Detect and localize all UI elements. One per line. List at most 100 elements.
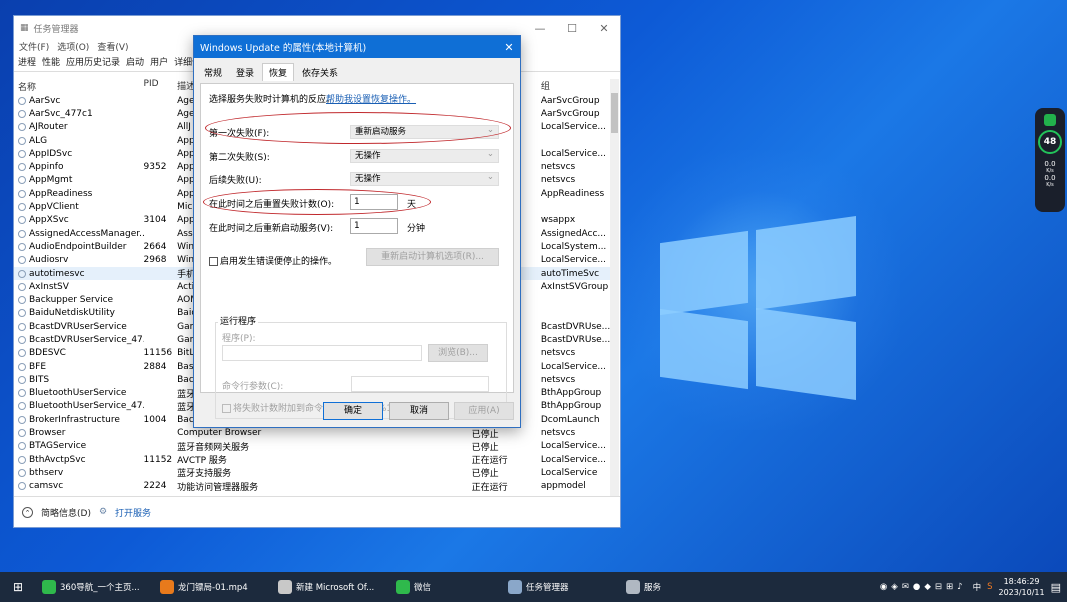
tab-logon[interactable]: 登录 <box>230 64 260 81</box>
taskbar-app[interactable]: 龙门镖局-01.mp4 <box>154 572 272 602</box>
table-row[interactable]: Browser Computer Browser 已停止 netsvcs <box>14 426 610 440</box>
annotation-circle <box>203 189 431 215</box>
ok-button[interactable]: 确定 <box>323 402 383 420</box>
taskbar-app[interactable]: 新建 Microsoft Of... <box>272 572 390 602</box>
menu-options[interactable]: 选项(O) <box>57 40 89 55</box>
service-desc: Computer Browser <box>177 428 262 439</box>
service-group: LocalServicе... <box>540 255 606 266</box>
service-status: 正在运行 <box>471 456 508 467</box>
notification-icon[interactable]: ▤ <box>1051 581 1061 594</box>
tray-icons[interactable]: ◉◈✉●◆⊟⊞♪ <box>880 582 967 592</box>
taskbar-app[interactable]: 任务管理器 <box>502 572 620 602</box>
service-gear-icon <box>18 296 26 305</box>
restart-computer-options-button[interactable]: 重新启动计算机选项(R)... <box>366 248 499 266</box>
service-pid: 3104 <box>143 215 167 226</box>
tab-dependencies[interactable]: 依存关系 <box>296 64 344 81</box>
service-gear-icon <box>18 402 26 411</box>
tab-app-history[interactable]: 应用历史记录 <box>66 55 120 71</box>
table-row[interactable]: BthAvctpSvc 11152 AVCTP 服务 正在运行 LocalServicе… <box>14 453 610 466</box>
maximize-button[interactable]: ☐ <box>556 22 588 35</box>
close-button[interactable]: ✕ <box>588 22 620 35</box>
tab-users[interactable]: 用户 <box>150 55 168 71</box>
app-icon <box>160 580 174 594</box>
service-name: BcastDVRUserService <box>29 321 127 332</box>
tab-processes[interactable]: 进程 <box>18 55 36 71</box>
start-button[interactable]: ⊞ <box>0 572 36 602</box>
table-row[interactable]: BTAGService 蓝牙音频网关服务 已停止 LocalServicе... <box>14 440 610 453</box>
sogou-icon[interactable]: S <box>987 582 992 592</box>
service-group: LocalServicе... <box>540 361 606 372</box>
open-services-link[interactable]: 打开服务 <box>115 506 151 519</box>
dialog-close-icon[interactable]: ✕ <box>498 41 520 54</box>
clock[interactable]: 18:46:29 2023/10/11 <box>998 576 1044 598</box>
service-gear-icon <box>18 375 26 384</box>
service-name: BthAvctpSvc <box>29 454 86 465</box>
service-group: LocalSystem... <box>540 241 607 252</box>
service-name: camsvc <box>29 481 64 492</box>
enable-actions-label: 启用发生错误便停止的操作。 <box>220 257 338 267</box>
service-name: AarSvc <box>29 95 61 106</box>
service-group: LocalServicе... <box>540 122 606 133</box>
chevron-up-icon[interactable]: ⌃ <box>22 506 33 518</box>
service-group: BcastDVRUse... <box>540 334 610 345</box>
service-gear-icon <box>18 282 26 291</box>
service-pid: 1004 <box>143 414 167 425</box>
service-gear-icon <box>18 256 26 265</box>
program-input[interactable] <box>222 345 422 361</box>
service-gear-icon <box>18 203 26 212</box>
service-group: netsvcs <box>540 428 576 439</box>
taskbar-app[interactable]: 微信 <box>390 572 502 602</box>
enable-actions-checkbox[interactable]: 启用发生错误便停止的操作。 <box>209 254 337 267</box>
service-status: 已停止 <box>471 442 499 453</box>
browse-button[interactable]: 浏览(B)... <box>428 344 488 362</box>
restart-service-input[interactable]: 1 <box>350 218 398 234</box>
table-row[interactable]: bthserv 蓝牙支持服务 已停止 LocalServicе <box>14 466 610 479</box>
tab-startup[interactable]: 启动 <box>126 55 144 71</box>
service-name: AudioEndpointBuilder <box>29 241 127 252</box>
ime-indicator[interactable]: 中 <box>973 581 982 593</box>
task-manager-footer: ⌃ 简略信息(D) ⚙ 打开服务 <box>14 496 620 527</box>
col-group[interactable]: 组 <box>541 79 610 93</box>
taskbar-app-label: 微信 <box>414 583 432 593</box>
table-row[interactable]: camsvc 2224 功能访问管理器服务 正在运行 appmodel <box>14 480 610 493</box>
service-group: autoTimeSvc <box>540 268 600 279</box>
summary-button[interactable]: 简略信息(D) <box>41 506 91 519</box>
tab-performance[interactable]: 性能 <box>42 55 60 71</box>
cmd-args-input[interactable] <box>351 376 489 392</box>
service-group: BthAppGroup <box>540 388 602 399</box>
taskbar: ⊞ 360导航_一个主页... 龙门镖局-01.mp4 新建 Microsoft O… <box>0 572 1067 602</box>
taskbar-app[interactable]: 360导航_一个主页... <box>36 572 154 602</box>
task-manager-icon: ▦ <box>20 23 29 33</box>
annotation-circle <box>205 112 511 144</box>
service-pid: 2224 <box>143 481 167 492</box>
service-name: BTAGService <box>29 441 87 452</box>
service-status: 正在运行 <box>471 482 508 493</box>
col-pid[interactable]: PID <box>144 79 178 93</box>
system-monitor-widget[interactable]: 48 0.0 K/s 0.0 K/s <box>1035 108 1065 212</box>
append-fail-checkbox[interactable]: 将失败计数附加到命令行结尾(/fail=%1%)(E) <box>222 401 417 414</box>
subsequent-failure-select[interactable]: 无操作 <box>350 171 499 186</box>
services-icon: ⚙ <box>98 507 108 517</box>
tab-recovery[interactable]: 恢复 <box>262 63 295 81</box>
scrollbar[interactable] <box>610 79 619 497</box>
tab-general[interactable]: 常规 <box>198 64 228 81</box>
apply-button[interactable]: 应用(A) <box>454 402 514 420</box>
service-group: LocalServicе... <box>540 148 606 159</box>
taskbar-app[interactable]: 服务 <box>620 572 738 602</box>
service-group: appmodel <box>540 481 586 492</box>
app-icon <box>626 580 640 594</box>
system-tray: ◉◈✉●◆⊟⊞♪ 中 S 18:46:29 2023/10/11 ▤ <box>880 576 1067 598</box>
service-name: AssignedAccessManager... <box>29 228 144 239</box>
col-name[interactable]: 名称 <box>14 79 144 93</box>
menu-view[interactable]: 查看(V) <box>97 40 128 55</box>
menu-file[interactable]: 文件(F) <box>19 40 49 55</box>
second-failure-select[interactable]: 无操作 <box>350 148 499 163</box>
service-name: AppMgmt <box>29 175 73 186</box>
dialog-tabs: 常规 登录 恢复 依存关系 <box>194 63 520 81</box>
service-name: AppReadiness <box>29 188 93 199</box>
cancel-button[interactable]: 取消 <box>389 402 449 420</box>
help-link[interactable]: 帮助我设置恢复操作。 <box>326 92 416 105</box>
minimize-button[interactable]: — <box>524 22 556 35</box>
dialog-title: Windows Update 的属性(本地计算机) <box>200 43 367 54</box>
service-gear-icon <box>18 163 26 172</box>
